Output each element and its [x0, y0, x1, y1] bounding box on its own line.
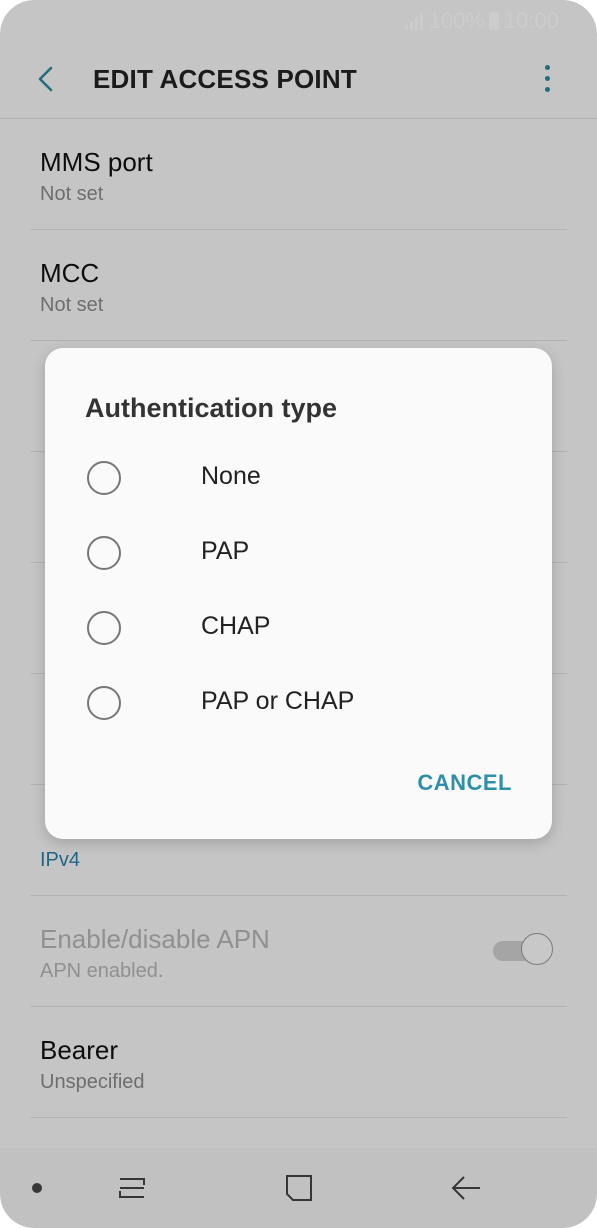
option-none[interactable]: None — [85, 449, 505, 509]
radio-button[interactable] — [87, 686, 121, 720]
option-pap[interactable]: PAP — [85, 524, 505, 584]
cancel-button[interactable]: CANCEL — [417, 770, 512, 796]
radio-button[interactable] — [87, 461, 121, 495]
option-pap-or-chap[interactable]: PAP or CHAP — [85, 674, 505, 734]
option-label: None — [201, 462, 261, 490]
option-label: PAP — [201, 537, 250, 565]
option-label: CHAP — [201, 612, 271, 640]
phone-screen: 100% 10:00 EDIT ACCESS POINT MMS port No… — [0, 0, 597, 1228]
authentication-type-dialog: Authentication type None PAP CHAP PAP or… — [45, 348, 552, 839]
option-label: PAP or CHAP — [201, 687, 355, 715]
option-chap[interactable]: CHAP — [85, 599, 505, 659]
radio-button[interactable] — [87, 536, 121, 570]
radio-button[interactable] — [87, 611, 121, 645]
dialog-title: Authentication type — [85, 393, 338, 423]
